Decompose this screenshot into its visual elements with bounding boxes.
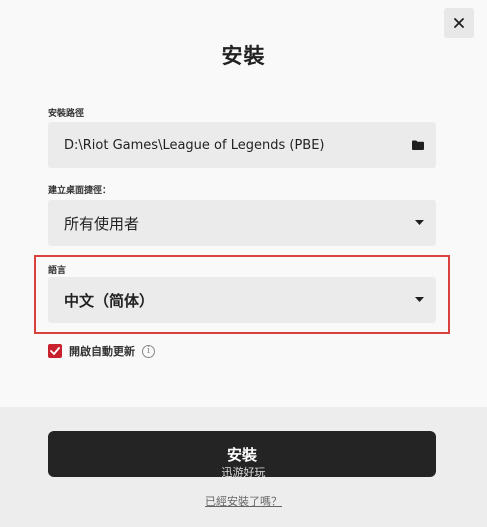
install-button[interactable]: 安裝 <box>48 431 436 477</box>
shortcut-selected-value: 所有使用者 <box>64 214 140 233</box>
install-path-value: D:\Riot Games\League of Legends (PBE) <box>64 137 325 153</box>
auto-update-label: 開啟自動更新 <box>69 345 135 358</box>
auto-update-checkbox[interactable] <box>48 344 62 358</box>
chevron-down-icon <box>415 297 424 303</box>
install-path-label: 安裝路徑 <box>48 109 85 119</box>
folder-icon[interactable] <box>412 140 424 150</box>
install-path-field[interactable]: D:\Riot Games\League of Legends (PBE) <box>48 122 436 168</box>
language-label: 語言 <box>48 266 67 276</box>
close-icon <box>454 18 464 28</box>
dialog-title: 安裝 <box>221 44 266 68</box>
auto-update-row: 開啟自動更新 i <box>48 343 155 359</box>
checkmark-icon <box>50 347 60 355</box>
install-dialog: 安裝 安裝路徑 D:\Riot Games\League of Legends … <box>0 0 487 527</box>
chevron-down-icon <box>415 220 424 226</box>
shortcut-label: 建立桌面捷徑： <box>48 186 112 196</box>
already-installed-link[interactable]: 已經安裝了嗎？ <box>0 493 487 509</box>
info-icon[interactable]: i <box>142 344 155 358</box>
close-button[interactable] <box>444 8 474 38</box>
language-select[interactable]: 中文（简体） <box>48 277 436 323</box>
language-selected-value: 中文（简体） <box>64 291 155 310</box>
shortcut-select[interactable]: 所有使用者 <box>48 200 436 246</box>
